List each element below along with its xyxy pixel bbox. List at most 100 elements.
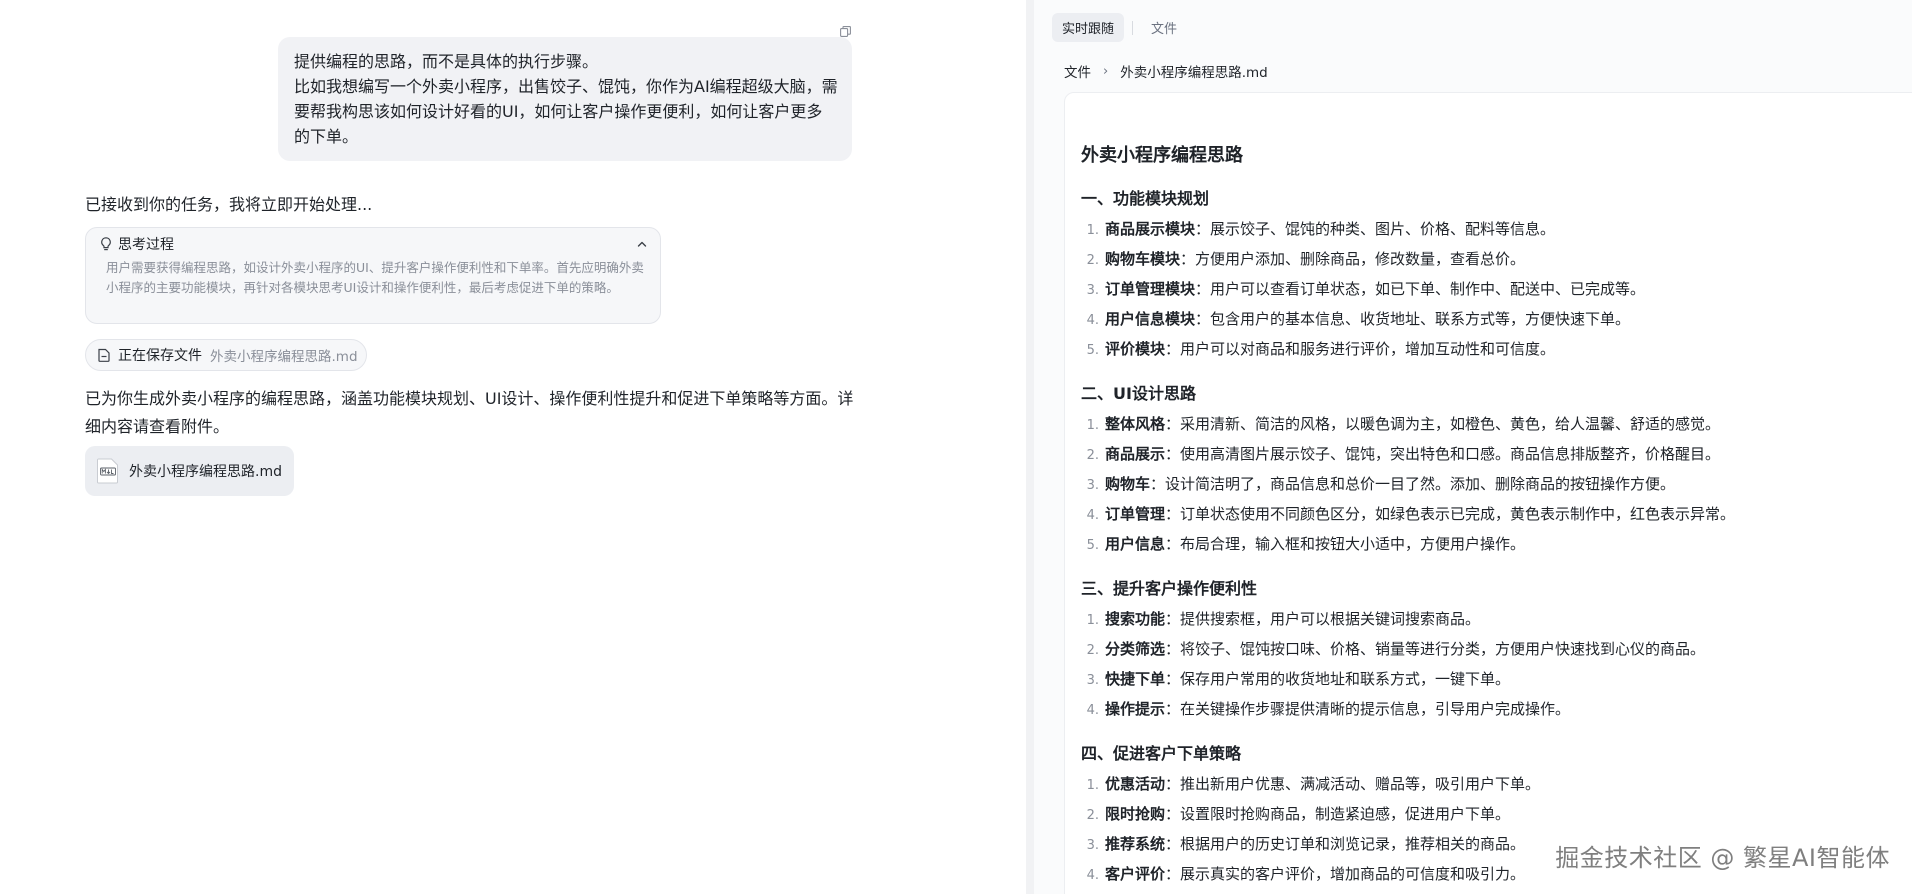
list-item-term: 整体风格 [1105, 415, 1166, 433]
list-item-description: ：采用清新、简洁的风格，以暖色调为主，如橙色、黄色，给人温馨、舒适的感觉。 [1165, 415, 1721, 433]
list-item: 4. 操作提示：在关键操作步骤提供清晰的提示信息，引导用户完成操作。 [1081, 695, 1912, 725]
section-list: 1. 整体风格：采用清新、简洁的风格，以暖色调为主，如橙色、黄色，给人温馨、舒适的… [1081, 410, 1912, 560]
section-list: 1. 商品展示模块：展示饺子、馄饨的种类、图片、价格、配料等信息。 2. 购物车模块 ：… [1081, 215, 1912, 365]
document-panel: 实时跟随 文件 文件 › 外卖小程序编程思路.md 外卖小程序编程思路 一、功能… [1026, 0, 1912, 894]
thinking-header[interactable]: 思考过程 [98, 234, 648, 254]
saving-file-name: 外卖小程序编程思路.md [210, 349, 358, 365]
list-item-number: 1. [1086, 613, 1099, 628]
list-item-term: 推荐系统 [1105, 835, 1166, 853]
markdown-file-icon [97, 458, 119, 484]
list-item-number: 4. [1086, 313, 1099, 328]
file-icon [96, 347, 112, 363]
list-item-description: ：展示真实的客户评价，增加商品的可信度和吸引力。 [1165, 865, 1526, 883]
list-item-term: 商品展示模块 [1105, 220, 1196, 238]
saving-file-status[interactable]: 正在保存文件 外卖小程序编程思路.md [85, 339, 367, 371]
list-item: 3. 快捷下单：保存用户常用的收货地址和联系方式，一键下单。 [1081, 665, 1912, 695]
thinking-body: 用户需要获得编程思路，如设计外卖小程序的UI、提升客户操作便利性和下单率。首先应… [106, 260, 644, 295]
watermark: 掘金技术社区 @ 繁星AI智能体 [1555, 844, 1890, 872]
thinking-panel: 思考过程 用户需要获得编程思路，如设计外卖小程序的UI、提升客户操作便利性和下单… [85, 227, 661, 324]
list-item-number: 4. [1086, 703, 1099, 718]
chevron-right-icon: › [1103, 63, 1109, 79]
list-item: 1. 整体风格：采用清新、简洁的风格，以暖色调为主，如橙色、黄色，给人温馨、舒适的… [1081, 410, 1912, 440]
section-heading: 四、促进客户下单策略 [1081, 744, 1242, 763]
list-item-term: 订单管理模块 [1105, 280, 1196, 298]
list-item-description: ：设计简洁明了，商品信息和总价一目了然。添加、删除商品的按钮操作方便。 [1150, 475, 1676, 493]
section-heading: 一、功能模块规划 [1081, 189, 1210, 208]
copy-icon[interactable] [839, 25, 851, 37]
user-message-line2: 比如我想编写一个外卖小程序，出售饺子、馄饨，你作为AI编程超级大脑，需要帮我构思… [294, 77, 838, 146]
list-item-term: 购物车 [1105, 475, 1151, 493]
list-item-description: ：根据用户的历史订单和浏览记录，推荐相关的商品。 [1165, 835, 1526, 853]
breadcrumb-root[interactable]: 文件 [1064, 61, 1091, 81]
list-item-number: 3. [1086, 838, 1099, 853]
list-item-description: ：布局合理，输入框和按钮大小适中，方便用户操作。 [1165, 535, 1526, 553]
section-heading: 二、UI设计思路 [1081, 384, 1196, 403]
list-item-description: ：保存用户常用的收货地址和联系方式，一键下单。 [1165, 670, 1511, 688]
list-item-description: ：用户可以对商品和服务进行评价，增加互动性和可信度。 [1165, 340, 1556, 358]
attachment-card[interactable]: 外卖小程序编程思路.md [85, 446, 294, 496]
thinking-title: 思考过程 [118, 237, 174, 253]
list-item-number: 2. [1086, 448, 1099, 463]
list-item-number: 4. [1086, 868, 1099, 883]
list-item: 3. 订单管理模块：用户可以查看订单状态，如已下单、制作中、配送中、已完成等。 [1081, 275, 1912, 305]
section-list: 1. 搜索功能：提供搜索框，用户可以根据关键词搜索商品。 2. 分类筛选：将饺子、馄饨… [1081, 605, 1912, 725]
breadcrumb-current: 外卖小程序编程思路.md [1120, 65, 1268, 81]
list-item-term: 快捷下单 [1105, 670, 1166, 688]
document-content: 一、功能模块规划 1. 商品展示模块：展示饺子、馄饨的种类、图片、价格、配料等信息。… [1081, 188, 1912, 894]
list-item-term: 用户信息模块 [1105, 310, 1196, 328]
list-item-term: 搜索功能 [1105, 610, 1166, 628]
list-item-number: 3. [1086, 283, 1099, 298]
list-item-term: 客户评价 [1105, 865, 1166, 883]
list-item-number: 5. [1086, 343, 1099, 358]
document-section: 二、UI设计思路 1. 整体风格：采用清新、简洁的风格，以暖色调为主，如橙色、黄色，… [1081, 383, 1912, 560]
list-item-description: ：展示饺子、馄饨的种类、图片、价格、配料等信息。 [1195, 220, 1556, 238]
section-heading: 三、提升客户操作便利性 [1081, 579, 1258, 598]
list-item-term: 订单管理 [1105, 505, 1166, 523]
list-item-description: ：将饺子、馄饨按口味、价格、销量等进行分类，方便用户快速找到心仪的商品。 [1165, 640, 1706, 658]
list-item-term: 商品展示 [1105, 445, 1166, 463]
saving-label: 正在保存文件 [118, 348, 202, 364]
attachment-name: 外卖小程序编程思路.md [129, 464, 282, 480]
list-item-number: 1. [1086, 418, 1099, 433]
tab-live-follow[interactable]: 实时跟随 [1052, 13, 1125, 42]
list-item-term: 评价模块 [1105, 340, 1166, 358]
list-item: 2. 限时抢购：设置限时抢购商品，制造紧迫感，促进用户下单。 [1081, 800, 1912, 830]
list-item: 4. 用户信息模块：包含用户的基本信息、收货地址、联系方式等，方便快速下单。 [1081, 305, 1912, 335]
list-item-description: ：提供搜索框，用户可以根据关键词搜索商品。 [1165, 610, 1481, 628]
list-item-description: ：包含用户的基本信息、收货地址、联系方式等，方便快速下单。 [1195, 310, 1631, 328]
document-title: 外卖小程序编程思路 [1081, 145, 1243, 166]
list-item-description: ：使用高清图片展示饺子、馄饨，突出特色和口感。商品信息排版整齐，价格醒目。 [1165, 445, 1721, 463]
list-item-number: 1. [1086, 223, 1099, 238]
list-item-term: 限时抢购 [1105, 805, 1166, 823]
document-viewer: 外卖小程序编程思路 一、功能模块规划 1. 商品展示模块：展示饺子、馄饨的种类、图片… [1064, 92, 1912, 894]
list-item-number: 5. [1086, 538, 1099, 553]
list-item: 2. 商品展示：使用高清图片展示饺子、馄饨，突出特色和口感。商品信息排版整齐，价格… [1081, 440, 1912, 470]
list-item: 2. 购物车模块：方便用户添加、删除商品，修改数量，查看总价。 [1081, 245, 1912, 275]
tab-files[interactable]: 文件 [1141, 13, 1187, 42]
list-item: 2. 分类筛选：将饺子、馄饨按口味、价格、销量等进行分类，方便用户快速找到心仪的商… [1081, 635, 1912, 665]
user-message-line1: 提供编程的思路，而不是具体的执行步骤。 [294, 52, 599, 71]
panel-tabs: 实时跟随 文件 [1052, 13, 1187, 42]
list-item: 5. 评价模块：用户可以对商品和服务进行评价，增加互动性和可信度。 [1081, 335, 1912, 365]
user-message-bubble: 提供编程的思路，而不是具体的执行步骤。 比如我想编写一个外卖小程序，出售饺子、馄… [278, 37, 852, 161]
assistant-result-text: 已为你生成外卖小程序的编程思路，涵盖功能模块规划、UI设计、操作便利性提升和促进… [85, 389, 854, 436]
list-item-number: 2. [1086, 643, 1099, 658]
breadcrumb: 文件 › 外卖小程序编程思路.md [1064, 61, 1268, 82]
list-item: 1. 商品展示模块：展示饺子、馄饨的种类、图片、价格、配料等信息。 [1081, 215, 1912, 245]
list-item-term: 分类筛选 [1105, 640, 1166, 658]
list-item-term: 购物车模块 [1105, 250, 1181, 268]
chevron-up-icon[interactable] [634, 236, 650, 252]
list-item: 3. 购物车：设计简洁明了，商品信息和总价一目了然。添加、删除商品的按钮操作方便。 [1081, 470, 1912, 500]
list-item-number: 4. [1086, 508, 1099, 523]
list-item-number: 1. [1086, 778, 1099, 793]
list-item-term: 优惠活动 [1105, 775, 1166, 793]
list-item: 4. 订单管理：订单状态使用不同颜色区分，如绿色表示已完成，黄色表示制作中，红色表… [1081, 500, 1912, 530]
list-item: 5. 用户信息：布局合理，输入框和按钮大小适中，方便用户操作。 [1081, 530, 1912, 560]
list-item: 1. 搜索功能：提供搜索框，用户可以根据关键词搜索商品。 [1081, 605, 1912, 635]
list-item-number: 2. [1086, 253, 1099, 268]
list-item: 1. 优惠活动：推出新用户优惠、满减活动、赠品等，吸引用户下单。 [1081, 770, 1912, 800]
list-item-number: 3. [1086, 673, 1099, 688]
list-item-description: ：订单状态使用不同颜色区分，如绿色表示已完成，黄色表示制作中，红色表示异常。 [1165, 505, 1736, 523]
list-item-description: ：设置限时抢购商品，制造紧迫感，促进用户下单。 [1165, 805, 1511, 823]
document-section: 一、功能模块规划 1. 商品展示模块：展示饺子、馄饨的种类、图片、价格、配料等信息。… [1081, 188, 1912, 365]
